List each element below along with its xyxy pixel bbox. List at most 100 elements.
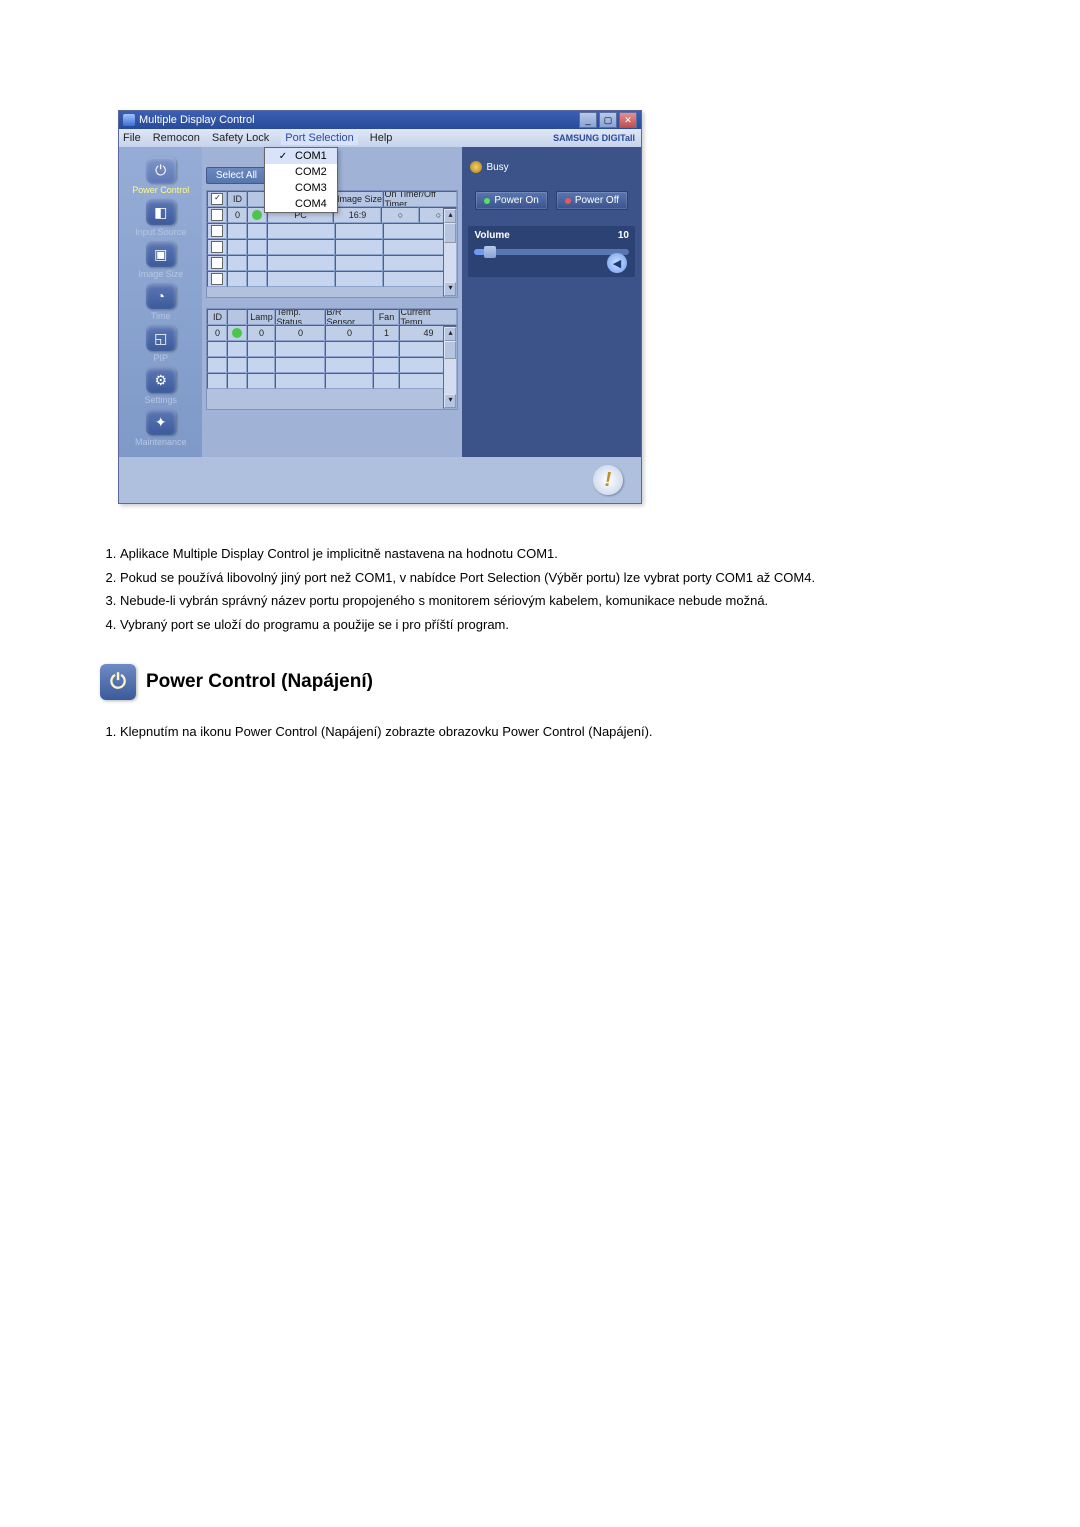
scroll-down-icon[interactable]: ▾ [444, 282, 456, 296]
gear-icon: ⚙ [146, 367, 176, 393]
menu-remocon[interactable]: Remocon [153, 132, 200, 144]
speaker-icon[interactable]: ◀ [607, 253, 627, 273]
sidebar-item-label: Power Control [132, 185, 189, 195]
scroll-up-icon[interactable]: ▴ [444, 327, 456, 341]
col-lamp: Lamp [247, 309, 275, 325]
maximize-button[interactable]: ▢ [599, 112, 617, 128]
cell-lamp: 0 [247, 325, 275, 341]
doc-list-2: Klepnutím na ikonu Power Control (Napáje… [100, 722, 1005, 742]
check-all-icon[interactable]: ✓ [211, 193, 223, 205]
busy-label: Busy [486, 162, 508, 173]
scroll-up-icon[interactable]: ▴ [444, 209, 456, 223]
input-icon: ◧ [146, 199, 176, 225]
close-button[interactable]: ✕ [619, 112, 637, 128]
menu-port-selection[interactable]: Port Selection [281, 131, 357, 145]
volume-slider[interactable] [474, 249, 629, 255]
volume-block: Volume 10 ◀ [468, 226, 635, 277]
doc-list-1: Aplikace Multiple Display Control je imp… [100, 544, 1005, 634]
section-heading: ⏻ Power Control (Napájení) [100, 664, 1005, 700]
table-row [207, 239, 457, 255]
col-check[interactable]: ✓ [207, 191, 227, 207]
col-timer: On Timer/Off Timer [383, 191, 457, 207]
port-option-label: COM4 [295, 198, 327, 210]
port-option-label: COM2 [295, 166, 327, 178]
bottom-bar: ! [119, 457, 641, 503]
cell-id: 0 [227, 207, 247, 223]
maintenance-icon: ✦ [146, 409, 176, 435]
sidebar-item-label: Maintenance [135, 437, 187, 447]
port-option-com4[interactable]: COM4 [265, 196, 337, 212]
sidebar-item-power-control[interactable]: ⏻ Power Control [119, 155, 202, 197]
col-id: ID [207, 309, 227, 325]
table-row [207, 341, 457, 357]
scrollbar[interactable]: ▴ ▾ [443, 326, 457, 409]
power-control-section-icon: ⏻ [100, 664, 136, 700]
sidebar-item-time[interactable]: ◔ Time [119, 281, 202, 323]
port-option-label: COM1 [295, 150, 327, 162]
info-icon[interactable]: ! [593, 465, 623, 495]
power-off-button[interactable]: Power Off [556, 191, 628, 210]
menubar: File Remocon Safety Lock Port Selection … [119, 129, 641, 147]
checkmark-icon: ✓ [275, 151, 291, 162]
power-off-label: Power Off [575, 195, 619, 206]
image-size-icon: ▣ [146, 241, 176, 267]
table-row [207, 357, 457, 373]
control-panel: Busy Power On Power Off Volume 10 [462, 147, 641, 457]
list-item: Aplikace Multiple Display Control je imp… [120, 544, 1005, 564]
port-option-com1[interactable]: ✓ COM1 [265, 148, 337, 164]
col-status [227, 309, 247, 325]
cell-timer-on: ○ [381, 207, 419, 223]
scrollbar[interactable]: ▴ ▾ [443, 208, 457, 297]
cell-temp-status: 0 [275, 325, 325, 341]
sidebar-item-label: Settings [144, 395, 177, 405]
sidebar-item-settings[interactable]: ⚙ Settings [119, 365, 202, 407]
app-window: Multiple Display Control _ ▢ ✕ File Remo… [118, 110, 642, 504]
port-selection-dropdown: ✓ COM1 COM2 COM3 COM4 [264, 147, 338, 213]
select-all-button[interactable]: Select All [206, 167, 266, 184]
col-image-size: Image Size [335, 191, 383, 207]
app-icon [123, 114, 135, 126]
port-option-com2[interactable]: COM2 [265, 164, 337, 180]
scroll-thumb[interactable] [444, 341, 456, 359]
menu-safety-lock[interactable]: Safety Lock [212, 132, 269, 144]
power-on-dot-icon [484, 198, 490, 204]
sidebar-item-maintenance[interactable]: ✦ Maintenance [119, 407, 202, 449]
scroll-down-icon[interactable]: ▾ [444, 394, 456, 408]
brand-label: SAMSUNG DIGITall [553, 133, 635, 143]
clock-icon: ◔ [146, 283, 176, 309]
menu-help[interactable]: Help [370, 132, 393, 144]
pip-icon: ◱ [146, 325, 176, 351]
cell-id: 0 [207, 325, 227, 341]
busy-led-icon [470, 161, 482, 173]
section-title: Power Control (Napájení) [146, 671, 373, 693]
row-checkbox[interactable] [211, 209, 223, 221]
sidebar-item-label: PIP [153, 353, 168, 363]
cell-size: 16:9 [333, 207, 381, 223]
sidebar-item-input-source[interactable]: ◧ Input Source [119, 197, 202, 239]
sidebar-item-label: Image Size [138, 269, 183, 279]
sidebar-item-pip[interactable]: ◱ PIP [119, 323, 202, 365]
power-icon: ⏻ [146, 157, 176, 183]
scroll-thumb[interactable] [444, 223, 456, 243]
titlebar[interactable]: Multiple Display Control _ ▢ ✕ [119, 111, 641, 129]
cell-status [227, 325, 247, 341]
table-row [207, 255, 457, 271]
col-temp-status: Temp. Status [275, 309, 325, 325]
port-option-label: COM3 [295, 182, 327, 194]
port-option-com3[interactable]: COM3 [265, 180, 337, 196]
list-item: Nebude-li vybrán správný název portu pro… [120, 591, 1005, 611]
col-id: ID [227, 191, 247, 207]
status-led-icon [232, 328, 242, 338]
table-row[interactable]: 0 0 0 0 1 49 [207, 325, 457, 341]
sidebar-item-label: Input Source [135, 227, 186, 237]
slider-thumb[interactable] [484, 246, 496, 258]
sidebar-item-image-size[interactable]: ▣ Image Size [119, 239, 202, 281]
power-on-button[interactable]: Power On [475, 191, 547, 210]
minimize-button[interactable]: _ [579, 112, 597, 128]
volume-value: 10 [618, 230, 629, 241]
status-led-icon [252, 210, 262, 220]
window-title: Multiple Display Control [139, 114, 579, 126]
table-row [207, 373, 457, 389]
power-off-dot-icon [565, 198, 571, 204]
menu-file[interactable]: File [123, 132, 141, 144]
